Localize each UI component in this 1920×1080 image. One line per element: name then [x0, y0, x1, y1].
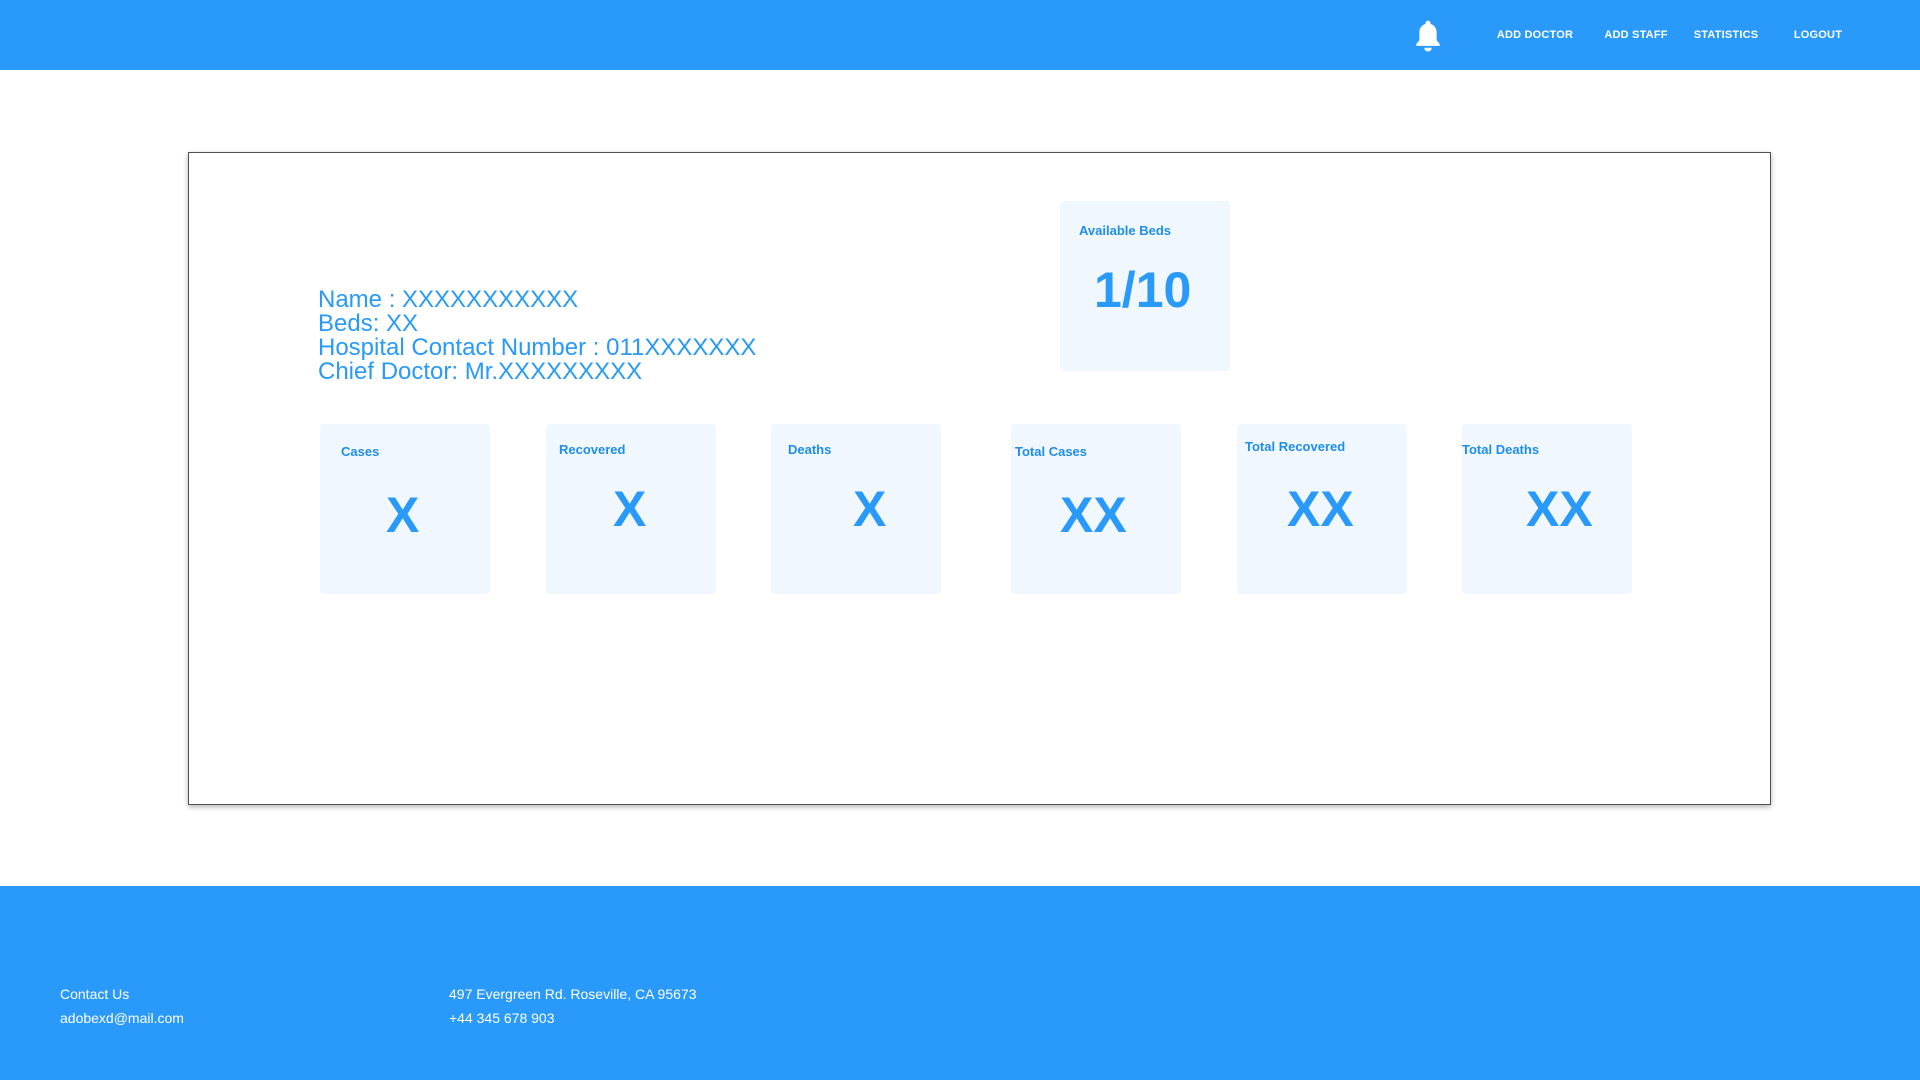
stat-label: Total Cases [1015, 444, 1088, 459]
top-navbar: ADD DOCTOR ADD STAFF STATISTICS LOGOUT [0, 0, 1920, 70]
stat-value: XX [1526, 481, 1593, 537]
nav-add-staff[interactable]: ADD STAFF [1596, 0, 1676, 70]
available-beds-card: Available Beds 1/10 [1060, 201, 1230, 371]
stat-card-recovered: Recovered X [546, 424, 716, 594]
footer: Contact Us adobexd@mail.com 497 Evergree… [0, 886, 1920, 1080]
stat-label: Cases [341, 444, 380, 459]
stat-card-total-recovered: Total Recovered XX [1237, 424, 1407, 594]
hospital-info: Name : XXXXXXXXXXX Beds: XX Hospital Con… [318, 288, 756, 384]
hospital-beds: Beds: XX [318, 310, 419, 337]
stat-card-deaths: Deaths X [771, 424, 941, 594]
footer-contact-us[interactable]: Contact Us [60, 982, 184, 1006]
stat-value: X [613, 481, 647, 537]
stat-label: Recovered [559, 442, 626, 457]
nav-statistics[interactable]: STATISTICS [1686, 0, 1766, 70]
footer-email[interactable]: adobexd@mail.com [60, 1006, 184, 1030]
stat-value: X [853, 481, 887, 537]
available-beds-value: 1/10 [1094, 262, 1192, 318]
stat-label: Deaths [788, 442, 832, 457]
footer-address: 497 Evergreen Rd. Roseville, CA 95673 [449, 986, 697, 1002]
stat-value: XX [1287, 481, 1354, 537]
nav-logout[interactable]: LOGOUT [1778, 0, 1858, 70]
hospital-contact: Hospital Contact Number : 011XXXXXXX [318, 334, 757, 361]
stat-value: XX [1060, 487, 1127, 543]
footer-phone: +44 345 678 903 [449, 1010, 555, 1026]
bell-icon[interactable] [1413, 20, 1443, 52]
stat-card-total-deaths: Total Deaths XX [1462, 424, 1632, 594]
hospital-name: Name : XXXXXXXXXXX [318, 286, 579, 313]
footer-address-block: 497 Evergreen Rd. Roseville, CA 95673 +4… [449, 982, 696, 1030]
footer-contact: Contact Us adobexd@mail.com [60, 982, 184, 1030]
stat-card-total-cases: Total Cases XX [1011, 424, 1181, 594]
stat-value: X [386, 487, 420, 543]
stat-card-cases: Cases X [320, 424, 490, 594]
stat-label: Total Recovered [1245, 439, 1346, 454]
stat-label: Total Deaths [1462, 442, 1540, 457]
hospital-chief-doctor: Chief Doctor: Mr.XXXXXXXXX [318, 358, 643, 385]
available-beds-label: Available Beds [1079, 223, 1172, 238]
nav-add-doctor[interactable]: ADD DOCTOR [1485, 0, 1585, 70]
